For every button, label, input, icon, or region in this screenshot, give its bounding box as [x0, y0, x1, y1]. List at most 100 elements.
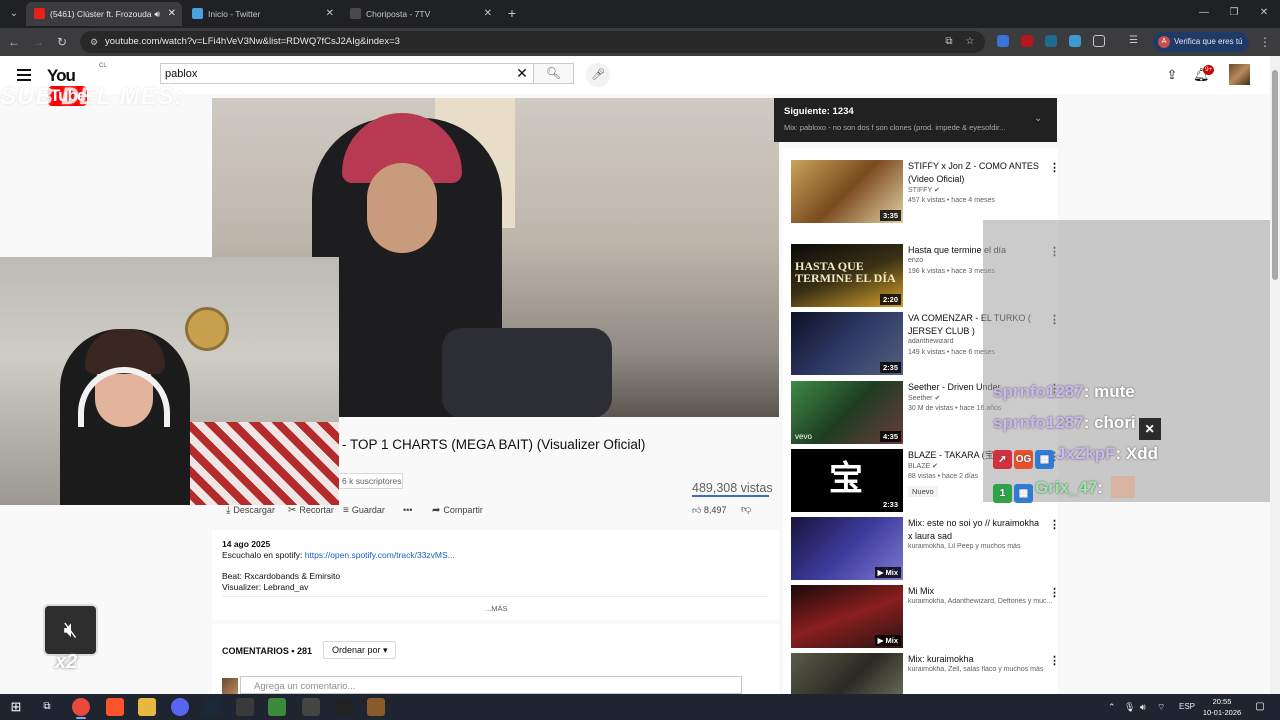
rec-title[interactable]: Mix: kuraimokha	[908, 653, 1046, 666]
voice-search-button[interactable]: 🎤︎	[586, 63, 610, 87]
search-button[interactable]: 🔍︎	[534, 63, 574, 84]
task-view-icon[interactable]: ⧉	[38, 698, 56, 716]
search-input[interactable]	[165, 66, 510, 81]
rec-menu-icon[interactable]: ⋮	[1049, 587, 1058, 599]
tab-twitter[interactable]: Inicio - Twitter ✕	[184, 2, 340, 26]
rec-title[interactable]: Mi Mix	[908, 585, 1046, 598]
show-more-button[interactable]: ...MÁS	[485, 604, 508, 613]
mic-tray-icon[interactable]: 🎙︎	[1124, 700, 1135, 714]
language-indicator[interactable]: ESP	[1179, 700, 1195, 714]
windows-start-icon[interactable]: ⊞	[7, 698, 25, 716]
discord-icon[interactable]	[171, 698, 189, 716]
more-dots: •••	[403, 505, 413, 515]
save-button[interactable]: ≡ Guardar	[343, 503, 385, 517]
close-tab-icon[interactable]: ✕	[484, 2, 492, 26]
video-thumbnail[interactable]: 3:35	[791, 160, 903, 223]
restore-icon[interactable]: ❐	[1224, 4, 1244, 22]
beat-credit: Beat: Rxcardobands & Emirsito	[222, 571, 341, 581]
browser-menu-icon[interactable]: ⋮	[1259, 34, 1271, 50]
comment-input[interactable]: Agrega un comentario...	[240, 676, 742, 694]
spotify-link[interactable]: https://open.spotify.com/track/33zvMS...	[305, 550, 455, 560]
system-clock[interactable]: 20:55 10-01-2026	[1197, 696, 1247, 718]
video-thumbnail[interactable]: ▶ Mix	[791, 517, 903, 580]
steam-icon[interactable]	[203, 698, 221, 716]
upload-icon[interactable]: ⇪	[1164, 67, 1180, 83]
obs-icon[interactable]	[236, 698, 254, 716]
tray-chevron-icon[interactable]: ⌃	[1108, 700, 1116, 714]
rec-channel[interactable]: STIFFY ✔	[908, 186, 1053, 194]
omnibox[interactable]: ⚙ youtube.com/watch?v=LFi4hVeV3Nw&list=R…	[80, 31, 985, 53]
minimize-icon[interactable]: —	[1194, 4, 1214, 22]
rec-channel[interactable]: kuraimokha, Adanthewizard, Deftones y mu…	[908, 598, 1053, 605]
chrome-icon[interactable]	[72, 698, 90, 716]
page-scrollbar[interactable]	[1270, 56, 1280, 694]
like-button[interactable]: 👍︎ 8,497	[692, 503, 726, 517]
rec-menu-icon[interactable]: ⋮	[1049, 655, 1058, 667]
tab-youtube[interactable]: (5461) Clúster ft. Frozouda 🔊︎ ✕	[26, 2, 182, 26]
reload-icon[interactable]: ↻	[54, 34, 70, 50]
chevron-down-icon[interactable]: ⌄	[1034, 113, 1042, 124]
tab-7tv[interactable]: Choriposta - 7TV ✕	[342, 2, 498, 26]
brave-icon[interactable]	[106, 698, 124, 716]
rec-channel[interactable]: kuraimokha, Zell, salas flaco y muchos m…	[908, 666, 1053, 673]
close-window-icon[interactable]: ✕	[1254, 4, 1274, 22]
tab-search-chevron-icon[interactable]: ⌄	[6, 6, 22, 22]
clear-search-icon[interactable]: ✕	[514, 65, 530, 81]
rec-menu-icon[interactable]: ⋮	[1049, 162, 1058, 174]
scrollbar-thumb[interactable]	[1272, 70, 1278, 280]
rec-title[interactable]: Mix: este no soi yo // kuraimokha x laur…	[908, 517, 1046, 543]
controller-icon[interactable]	[302, 698, 320, 716]
close-tab-icon[interactable]: ✕	[326, 2, 334, 26]
more-actions-button[interactable]: •••	[403, 503, 412, 517]
video-thumbnail[interactable]: HASTA QUE TERMINE EL DÍA 2:20	[791, 244, 903, 307]
site-info-icon[interactable]: ⚙	[88, 36, 100, 48]
new-tab-icon[interactable]: +	[504, 4, 520, 24]
account-avatar[interactable]	[1229, 64, 1250, 85]
rec-title[interactable]: STIFFY x Jon Z - COMO ANTES (Video Ofici…	[908, 160, 1046, 186]
wifi-icon[interactable]: ⌔	[1157, 700, 1165, 714]
forward-icon[interactable]: →	[30, 34, 46, 50]
notification-center-icon[interactable]: ▢	[1252, 699, 1268, 715]
video-thumbnail[interactable]: vevo 4:35	[791, 381, 903, 444]
extensions-puzzle-icon[interactable]	[1093, 35, 1105, 47]
7tv-extension-icon[interactable]	[1045, 35, 1057, 47]
speaker-icon[interactable]: 🔊︎	[154, 2, 160, 26]
video-thumbnail[interactable]: 宝 2:33	[791, 449, 903, 512]
list-item[interactable]: Mix: kuraimokha kuraimokha, Zell, salas …	[791, 653, 1058, 694]
search-box[interactable]	[160, 63, 534, 84]
list-item[interactable]: ▶ Mix Mi Mix kuraimokha, Adanthewizard, …	[791, 585, 1058, 649]
hamburger-menu-icon[interactable]	[17, 69, 31, 81]
twitter-extension-icon[interactable]	[1069, 35, 1081, 47]
channel-name: STIFFY	[908, 187, 932, 194]
url-text[interactable]: youtube.com/watch?v=LFi4hVeV3Nw&list=RDW…	[105, 31, 400, 53]
app-icon[interactable]	[335, 698, 353, 716]
list-item[interactable]: ▶ Mix Mix: este no soi yo // kuraimokha …	[791, 517, 1058, 581]
download-button[interactable]: ⤓ Descargar	[226, 503, 275, 517]
rec-channel[interactable]: kuraimokha, Lil Peep y muchos más	[908, 543, 1053, 550]
close-tab-icon[interactable]: ✕	[168, 2, 176, 26]
rec-menu-icon[interactable]: ⋮	[1049, 519, 1058, 531]
up-next-header[interactable]: Siguiente: 1234 Mix: pabloxo - no son do…	[774, 98, 1057, 142]
install-app-icon[interactable]: ⧉	[943, 36, 955, 48]
share-button[interactable]: ➦ Compartir	[432, 503, 483, 517]
video-thumbnail[interactable]	[791, 653, 903, 694]
extension-icon[interactable]	[997, 35, 1009, 47]
adblock-extension-icon[interactable]	[1021, 35, 1033, 47]
video-thumbnail[interactable]: ▶ Mix	[791, 585, 903, 648]
clip-button[interactable]: ✂ Recortar	[288, 503, 334, 517]
profile-button[interactable]: A Verifica que eres tú	[1153, 32, 1249, 52]
back-icon[interactable]: ←	[6, 34, 22, 50]
file-explorer-icon[interactable]	[138, 698, 156, 716]
bookmark-star-icon[interactable]: ☆	[964, 36, 976, 48]
chat-text: chori	[1094, 413, 1136, 432]
dislike-button[interactable]: 👎︎	[741, 503, 751, 517]
clock-date: 10-01-2026	[1202, 708, 1242, 717]
volume-icon[interactable]: 🔊︎	[1140, 700, 1146, 714]
app-icon[interactable]	[268, 698, 286, 716]
sort-comments-button[interactable]: Ordenar por ▾	[323, 641, 396, 659]
reading-list-icon[interactable]: ☰	[1129, 35, 1141, 47]
video-thumbnail[interactable]: 2:35	[791, 312, 903, 375]
description-card[interactable]: 14 ago 2025 Escuchalo en spotify: https:…	[212, 530, 779, 620]
list-item[interactable]: 3:35 STIFFY x Jon Z - COMO ANTES (Video …	[791, 160, 1058, 224]
app-icon[interactable]	[367, 698, 385, 716]
